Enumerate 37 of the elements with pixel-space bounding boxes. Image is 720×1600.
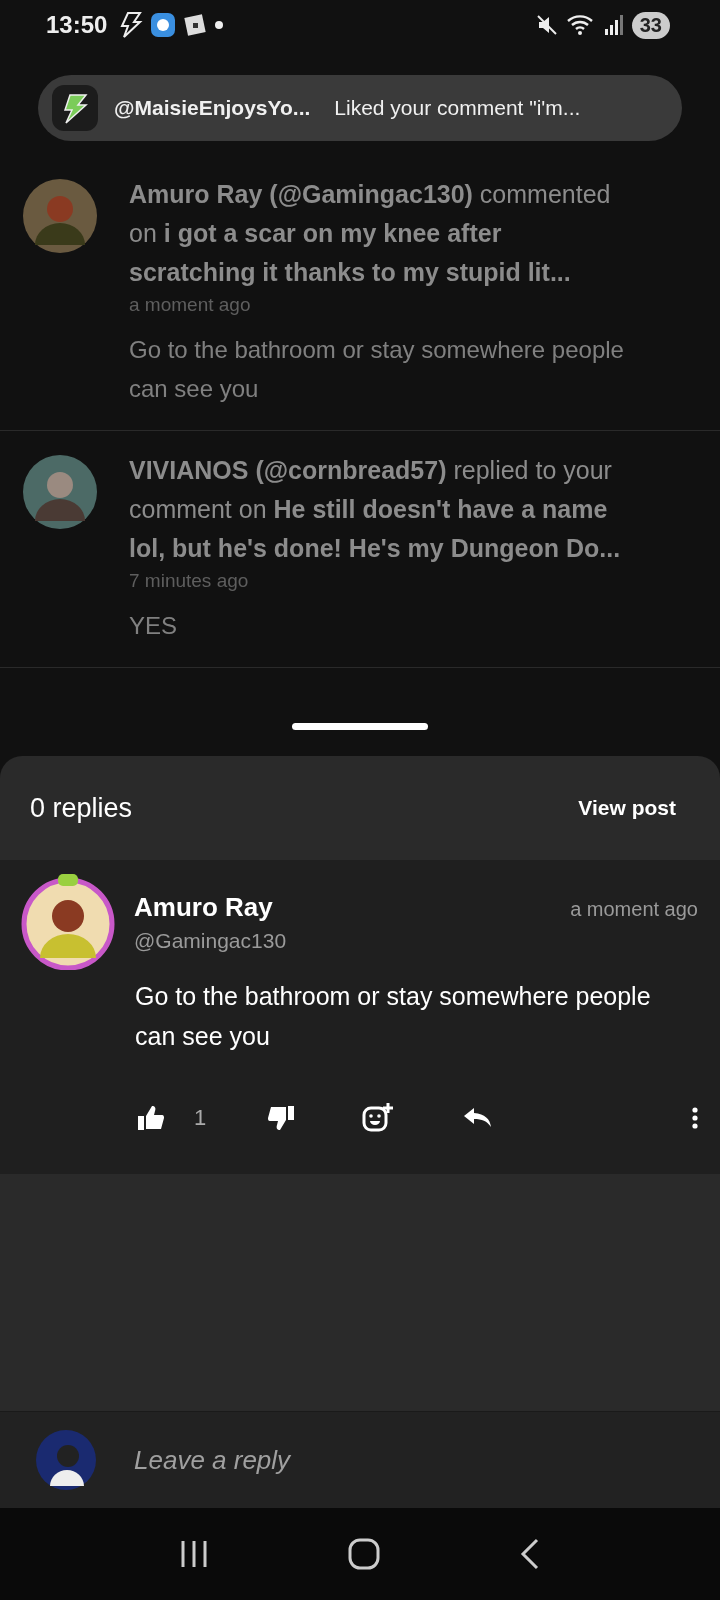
notification-item[interactable]: Amuro Ray (@Gamingac130) commented on i got a scar on my knee after scratching it thanks to my stupid lit... a moment ago Go to the bathroom or stay somewhere people can see you	[0, 155, 720, 431]
notification-text: Amuro Ray (@Gamingac130) commented on i got a scar on my knee after scratching it thanks to my stupid lit...	[129, 179, 612, 288]
drag-handle[interactable]	[292, 723, 428, 730]
author-handle: @Gamingac130	[134, 929, 288, 953]
back-icon[interactable]	[520, 1538, 540, 1570]
like-count: 1	[194, 1105, 207, 1131]
comment-text: Go to the bathroom or stay somewhere people can see you	[135, 981, 652, 1052]
recent-apps-icon[interactable]	[180, 1539, 208, 1569]
clock: 13:50	[46, 11, 108, 39]
reply-icon[interactable]	[464, 1108, 493, 1128]
notification-item[interactable]: VIVIANOS (@cornbread57) replied to your comment on He still doesn't have a name lol, but he's done! He's my Dungeon Do... 7 minutes ago YES	[0, 431, 720, 668]
dot-icon	[215, 21, 224, 29]
lightning-icon	[119, 12, 144, 38]
comment-text: Go to the bathroom or stay somewhere people can see you	[129, 335, 624, 404]
view-post-button[interactable]: View post	[578, 796, 676, 820]
thumbs-up-icon[interactable]	[138, 1106, 164, 1130]
toast-username: @MaisieEnjoysYo...	[114, 96, 311, 120]
notification-text: VIVIANOS (@cornbread57) replied to your comment on He still doesn't have a name lol, but he's done! He's my Dungeon Do...	[129, 455, 622, 564]
battery-indicator: 33	[631, 11, 670, 39]
timestamp: 7 minutes ago	[129, 570, 250, 592]
author-name[interactable]: Amuro Ray	[134, 892, 553, 923]
more-options-icon[interactable]	[692, 1107, 698, 1129]
timestamp: a moment ago	[129, 294, 252, 316]
add-reaction-icon[interactable]	[362, 1102, 395, 1134]
app-icon	[151, 13, 176, 37]
replies-count: 0 replies	[30, 792, 133, 824]
home-icon[interactable]	[348, 1538, 380, 1570]
lightning-app-icon	[52, 85, 98, 131]
signal-icon	[603, 14, 624, 36]
toast-message: Liked your comment "i'm...	[334, 96, 581, 120]
mute-icon	[535, 14, 558, 36]
comment-text: YES	[129, 611, 179, 641]
square-app-icon	[183, 13, 208, 37]
timestamp: a moment ago	[570, 897, 698, 921]
notification-toast[interactable]: @MaisieEnjoysYo... Liked your comment "i'm...	[38, 75, 682, 141]
reply-field[interactable]: Leave a reply	[0, 1412, 720, 1508]
thumbs-down-icon[interactable]	[268, 1106, 295, 1130]
